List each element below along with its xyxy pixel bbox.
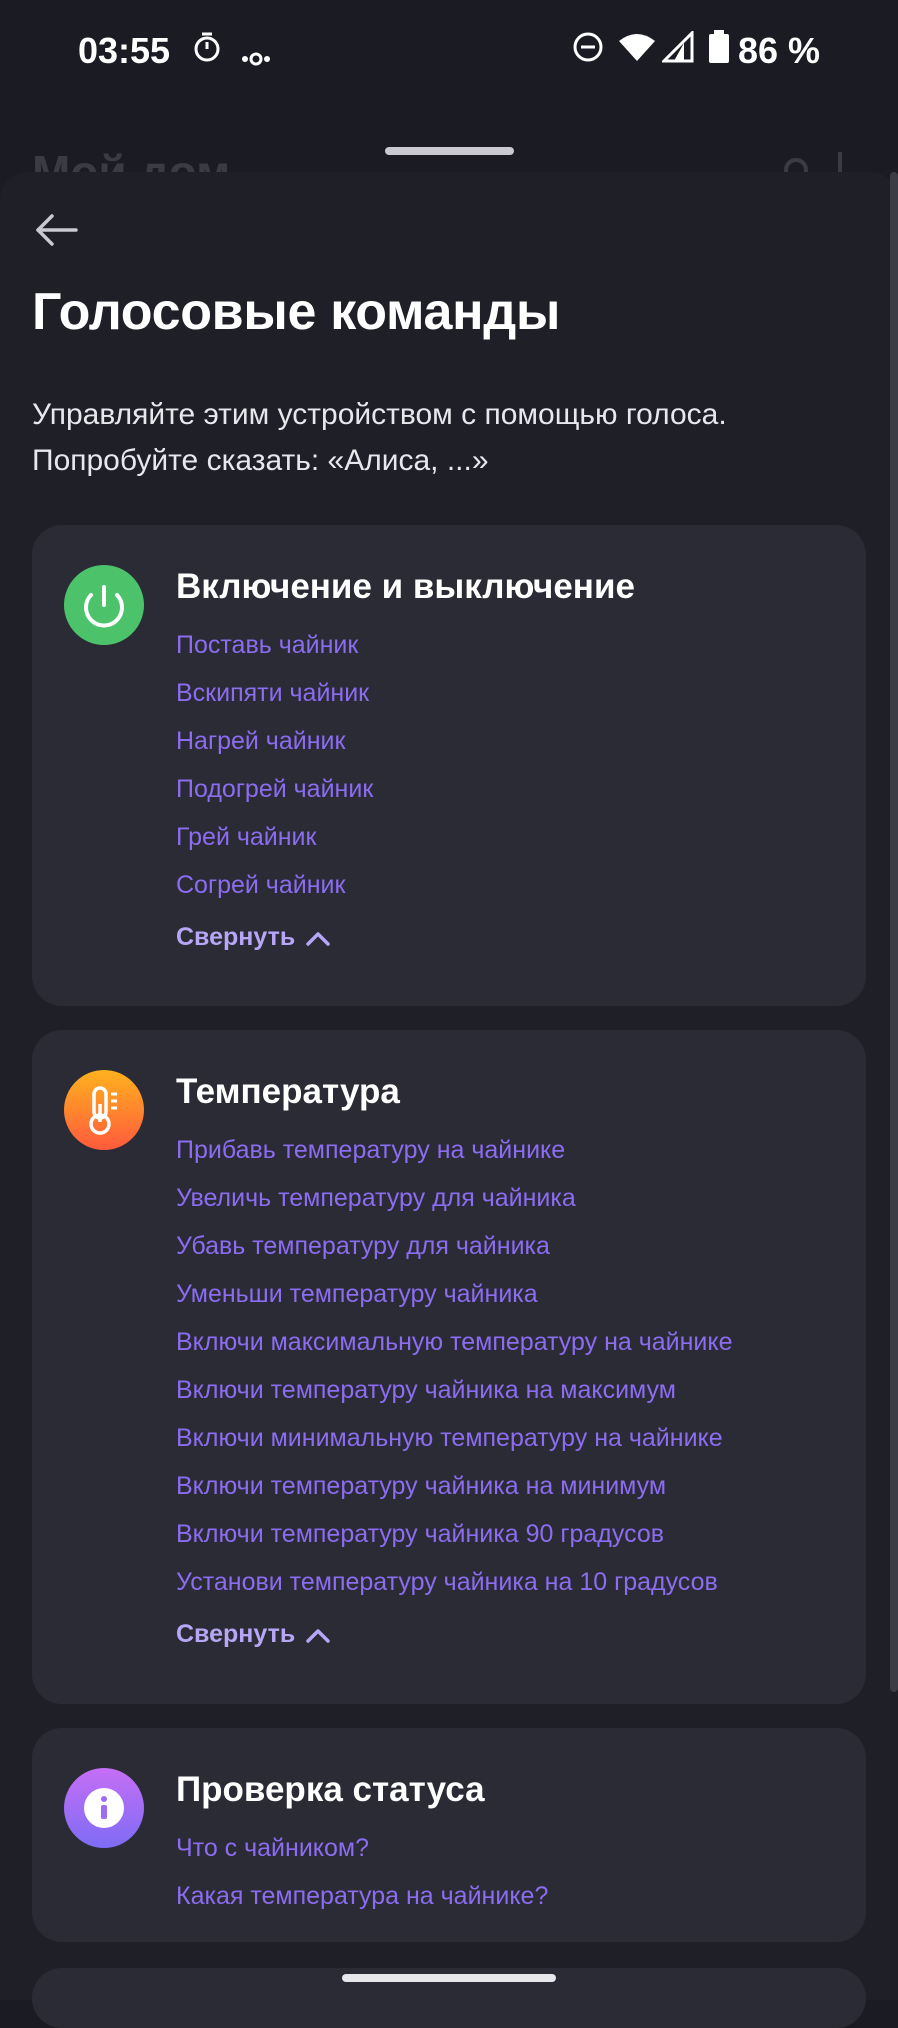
command-item[interactable]: Поставь чайник — [176, 621, 373, 669]
battery-icon — [708, 30, 730, 73]
page-title: Голосовые команды — [32, 283, 561, 341]
collapse-label: Свернуть — [176, 1620, 296, 1648]
page-subtitle: Управляйте этим устройством с помощью го… — [32, 398, 727, 477]
link-icon — [240, 36, 272, 78]
command-item[interactable]: Включи температуру чайника на минимум — [176, 1462, 733, 1510]
sheet-drag-handle[interactable] — [385, 147, 514, 155]
collapse-label: Свернуть — [176, 923, 296, 951]
signal-icon — [660, 29, 694, 72]
command-item[interactable]: Включи температуру чайника 90 градусов — [176, 1510, 733, 1558]
collapse-button[interactable]: Свернуть — [176, 923, 331, 952]
command-item[interactable]: Какая температура на чайнике? — [176, 1872, 548, 1920]
section-title: Включение и выключение — [176, 567, 635, 606]
dnd-icon — [572, 30, 604, 72]
section-title: Проверка статуса — [176, 1770, 485, 1809]
chevron-up-icon — [306, 1628, 330, 1643]
section-title: Температура — [176, 1072, 400, 1111]
section-card-temperature: Температура Прибавь температуру на чайни… — [32, 1030, 866, 1704]
thermometer-icon — [64, 1070, 144, 1150]
battery-percent: 86 % — [737, 30, 820, 71]
command-item[interactable]: Вскипяти чайник — [176, 669, 373, 717]
command-item[interactable]: Увеличь температуру для чайника — [176, 1174, 733, 1222]
chevron-up-icon — [306, 931, 330, 946]
command-list: Прибавь температуру на чайнике Увеличь т… — [176, 1126, 733, 1606]
section-card-power: Включение и выключение Поставь чайник Вс… — [32, 525, 866, 1006]
command-list: Поставь чайник Вскипяти чайник Нагрей ча… — [176, 621, 373, 909]
command-item[interactable]: Согрей чайник — [176, 861, 373, 909]
command-item[interactable]: Включи температуру чайника на максимум — [176, 1366, 733, 1414]
command-item[interactable]: Включи максимальную температуру на чайни… — [176, 1318, 733, 1366]
command-item[interactable]: Включи минимальную температуру на чайник… — [176, 1414, 733, 1462]
command-item[interactable]: Подогрей чайник — [176, 765, 373, 813]
arrow-left-icon — [36, 214, 78, 246]
timer-icon — [192, 30, 222, 73]
command-list: Что с чайником? Какая температура на чай… — [176, 1824, 548, 1920]
command-item[interactable]: Что с чайником? — [176, 1824, 548, 1872]
command-item[interactable]: Убавь температуру для чайника — [176, 1222, 733, 1270]
power-icon — [64, 565, 144, 645]
section-card-status: Проверка статуса Что с чайником? Какая т… — [32, 1728, 866, 1942]
command-item[interactable]: Прибавь температуру на чайнике — [176, 1126, 733, 1174]
wifi-icon — [617, 30, 657, 72]
info-icon — [64, 1768, 144, 1848]
command-item[interactable]: Установи температуру чайника на 10 граду… — [176, 1558, 733, 1606]
scrollbar[interactable] — [890, 172, 898, 1692]
command-item[interactable]: Нагрей чайник — [176, 717, 373, 765]
command-item[interactable]: Грей чайник — [176, 813, 373, 861]
command-item[interactable]: Уменьши температуру чайника — [176, 1270, 733, 1318]
collapse-button[interactable]: Свернуть — [176, 1620, 331, 1649]
home-indicator[interactable] — [342, 1974, 556, 1982]
status-bar: 03:55 86 % — [0, 0, 898, 100]
status-time: 03:55 — [78, 30, 171, 71]
back-button[interactable] — [32, 205, 82, 255]
